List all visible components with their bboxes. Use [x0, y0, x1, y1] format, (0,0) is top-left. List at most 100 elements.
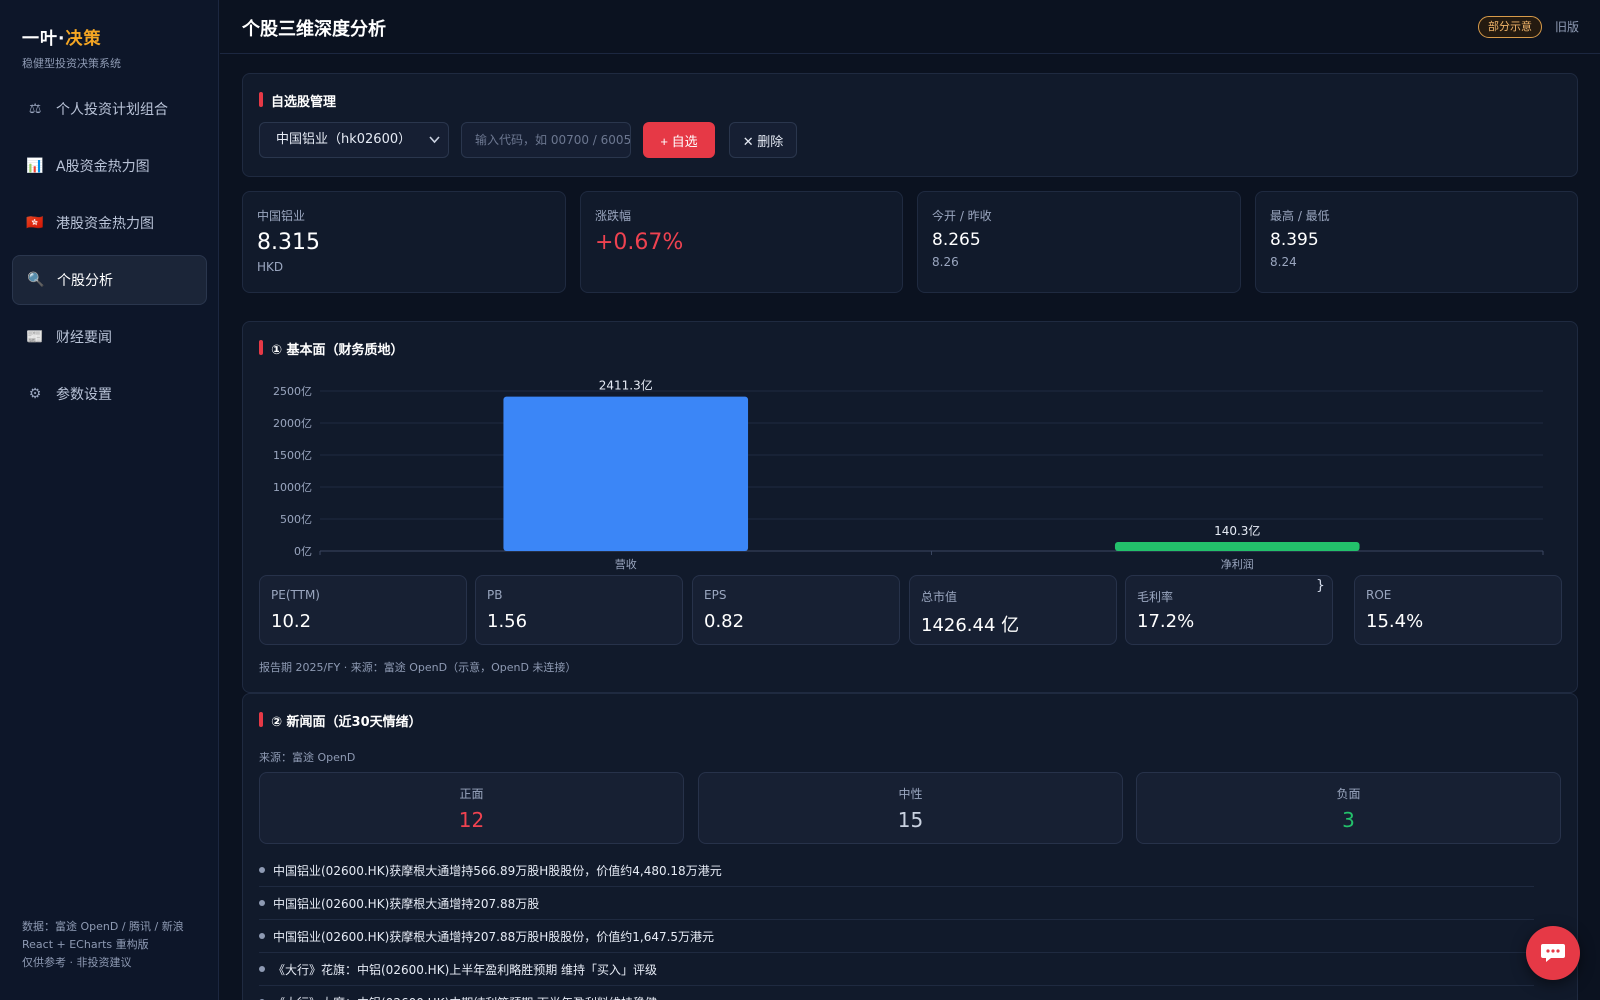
sidebar-nav: ⚖ 个人投资计划组合 📊 A股资金热力图 🇭🇰 港股资金热力图 🔍 个股分析 📰…: [12, 84, 207, 426]
y-tick-label: 2500亿: [273, 385, 312, 398]
open-value: 8.265: [932, 230, 981, 250]
sidebar-footer: 数据：富途 OpenD / 腾讯 / 新浪 React + ECharts 重构…: [22, 918, 184, 972]
metric-label: 毛利率: [1137, 590, 1174, 604]
metric-value: 15.4%: [1366, 611, 1424, 632]
code-input[interactable]: [461, 122, 631, 158]
sentiment-neutral-count: 15: [897, 808, 924, 832]
footer-disclaimer: 仅供参考 · 非投资建议: [22, 956, 132, 969]
metric-card-market-cap: 总市值 1426.44 亿: [909, 575, 1117, 645]
brand-subtitle: 稳健型投资决策系统: [22, 57, 121, 70]
sentiment-label: 正面: [459, 787, 484, 801]
high-low-label: 最高 / 最低: [1270, 209, 1330, 223]
sentiment-positive-count: 12: [458, 808, 485, 832]
quote-change-card: 涨跌幅 +0.67%: [580, 191, 903, 293]
quote-price-card: 中国铝业 8.315 HKD: [242, 191, 566, 293]
news-item[interactable]: 中国铝业(02600.HK)获摩根大通增持207.88万股H股股份，价值约1,6…: [259, 920, 1534, 953]
metric-card-eps: EPS 0.82: [692, 575, 900, 645]
metric-label: 总市值: [921, 590, 958, 604]
metric-card-pb: PB 1.56: [475, 575, 683, 645]
quote-open-card: 今开 / 昨收 8.265 8.26: [917, 191, 1241, 293]
hk-flag-icon: 🇭🇰: [26, 215, 44, 231]
sentiment-negative-card: 负面 3: [1136, 772, 1561, 844]
y-tick-label: 500亿: [280, 513, 312, 526]
old-version-link[interactable]: 旧版: [1555, 18, 1579, 35]
sentiment-neutral-card: 中性 15: [698, 772, 1123, 844]
metric-label: ROE: [1366, 588, 1392, 602]
footer-version: React + ECharts 重构版: [22, 938, 149, 951]
low-value: 8.24: [1270, 255, 1297, 269]
bar-value-label: 2411.3亿: [599, 378, 653, 393]
page-header: 个股三维深度分析 部分示意 旧版: [220, 0, 1600, 54]
watchlist-title: 自选股管理: [259, 91, 336, 110]
high-value: 8.395: [1270, 230, 1319, 250]
stock-select[interactable]: 中国铝业（hk02600）: [259, 122, 449, 158]
brand-title-main: 一叶: [22, 29, 58, 49]
sidebar-item-a-share-heatmap[interactable]: 📊 A股资金热力图: [12, 141, 207, 191]
metric-label: EPS: [704, 588, 727, 602]
news-item[interactable]: 《大行》花旗：中铝(02600.HK)上半年盈利略胜预期 维持「买入」评级: [259, 953, 1534, 986]
scale-icon: ⚖: [28, 101, 42, 117]
metric-value: 0.82: [704, 611, 745, 632]
change-value: +0.67%: [595, 230, 684, 255]
news-sentiment-card: ② 新闻面（近30天情绪） 来源：富途 OpenD 正面 12 中性 15 负面…: [242, 693, 1578, 1000]
sentiment-positive-card: 正面 12: [259, 772, 684, 844]
x-tick-label: 净利润: [1221, 557, 1254, 571]
magnifier-icon: 🔍: [27, 272, 45, 288]
stock-price: 8.315: [257, 230, 320, 255]
bar: [1114, 542, 1360, 551]
sidebar-item-settings[interactable]: ⚙ 参数设置: [12, 369, 207, 419]
news-list: 中国铝业(02600.HK)获摩根大通增持566.89万股H股股份，价值约4,4…: [259, 854, 1534, 1000]
sentiment-label: 中性: [898, 787, 923, 801]
sidebar-item-news[interactable]: 📰 财经要闻: [12, 312, 207, 362]
watchlist-card: 自选股管理 中国铝业（hk02600） + 自选 ✕ 删除: [242, 73, 1578, 177]
news-item[interactable]: 中国铝业(02600.HK)获摩根大通增持566.89万股H股股份，价值约4,4…: [259, 854, 1534, 887]
sentiment-negative-count: 3: [1342, 808, 1355, 832]
prev-close-value: 8.26: [932, 255, 959, 269]
sidebar-item-label: 参数设置: [56, 387, 112, 403]
sidebar-item-label: 财经要闻: [56, 330, 112, 346]
y-tick-label: 1000亿: [273, 481, 312, 494]
newspaper-icon: 📰: [26, 329, 44, 345]
quote-high-low-card: 最高 / 最低 8.395 8.24: [1255, 191, 1578, 293]
bar: [503, 396, 749, 551]
metric-label: PE(TTM): [271, 588, 320, 602]
metric-card-roe: ROE 15.4%: [1354, 575, 1562, 645]
metric-card-pe: PE(TTM) 10.2: [259, 575, 467, 645]
page-title: 个股三维深度分析: [242, 19, 386, 40]
sidebar-item-label: 个人投资计划组合: [56, 102, 168, 118]
metric-value: 1.56: [487, 611, 528, 632]
bar-chart-icon: 📊: [26, 158, 44, 174]
gear-icon: ⚙: [28, 386, 42, 402]
sidebar-item-portfolio[interactable]: ⚖ 个人投资计划组合: [12, 84, 207, 134]
y-tick-label: 2000亿: [273, 417, 312, 430]
bar-value-label: 140.3亿: [1214, 523, 1260, 538]
sidebar-item-hk-heatmap[interactable]: 🇭🇰 港股资金热力图: [12, 198, 207, 248]
metric-value: 17.2%: [1137, 611, 1195, 632]
fundamentals-bar-chart: 0亿 500亿 1000亿 1500亿 2000亿 2500亿 2411.3亿营收 140.3…: [273, 378, 1544, 571]
sidebar-item-label: 港股资金热力图: [56, 216, 154, 232]
stock-currency: HKD: [257, 260, 284, 274]
metric-card-gross-margin: 毛利率 17.2%: [1125, 575, 1333, 645]
footer-data-source: 数据：富途 OpenD / 腾讯 / 新浪: [22, 920, 184, 933]
chat-button[interactable]: [1526, 926, 1580, 980]
y-tick-label: 1500亿: [273, 449, 312, 462]
y-tick-label: 0亿: [294, 545, 312, 558]
metric-value: 10.2: [271, 611, 312, 632]
news-item[interactable]: 中国铝业(02600.HK)获摩根大通增持207.88万股: [259, 887, 1534, 920]
add-watchlist-button[interactable]: + 自选: [643, 122, 715, 158]
brand-title: 一叶·决策: [22, 24, 121, 49]
stock-select-value: 中国铝业（hk02600）: [276, 132, 412, 147]
chevron-down-icon: [429, 123, 440, 171]
report-period-note: 报告期 2025/FY · 来源：富途 OpenD（示意，OpenD 未连接）: [259, 661, 577, 674]
delete-watchlist-button[interactable]: ✕ 删除: [729, 122, 797, 158]
brand: 一叶·决策 稳健型投资决策系统: [22, 24, 121, 71]
chat-bubble-icon: [1541, 944, 1565, 962]
stray-brace-text: }: [1316, 578, 1325, 594]
sidebar: 一叶·决策 稳健型投资决策系统 ⚖ 个人投资计划组合 📊 A股资金热力图 🇭🇰 …: [0, 0, 219, 1000]
sidebar-item-stock-analysis[interactable]: 🔍 个股分析: [12, 255, 207, 305]
news-item[interactable]: 《大行》大摩：中铝(02600.HK)中期纯利符预期 下半年盈利料维持稳健: [259, 986, 1534, 1000]
change-label: 涨跌幅: [595, 209, 632, 223]
open-label: 今开 / 昨收: [932, 209, 992, 223]
sentiment-label: 负面: [1336, 787, 1361, 801]
demo-badge: 部分示意: [1478, 16, 1542, 38]
